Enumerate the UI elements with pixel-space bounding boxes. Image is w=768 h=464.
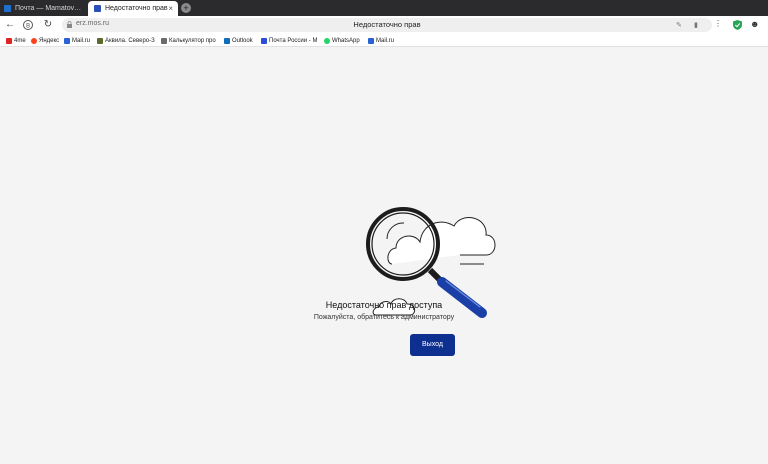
bookmark-whatsapp[interactable]: WhatsApp (324, 36, 360, 45)
bookmark-label: Почта России - М (269, 37, 318, 44)
bookmark-label: Mail.ru (376, 37, 395, 44)
bookmarks-bar: 4me Яндекс Mail.ru Аквила. Северо-З Каль… (0, 34, 768, 47)
bookmark-calculator[interactable]: Калькулятор про (161, 36, 219, 45)
tab-title: Недостаточно прав (105, 5, 168, 12)
exit-button[interactable]: Выход (410, 334, 455, 356)
translate-icon[interactable]: ✎ (676, 21, 682, 29)
new-tab-button[interactable]: + (181, 3, 191, 13)
bookmark-mailru-2[interactable]: Mail.ru (368, 36, 394, 45)
shield-extension-icon[interactable] (733, 20, 742, 30)
tab-active[interactable]: Недостаточно прав × (88, 1, 178, 16)
page-favicon-icon (94, 5, 101, 12)
back-button[interactable]: ← (4, 19, 16, 31)
browser-toolbar: ← B ↻ erz.mos.ru Недостаточно прав ✎ ▮ ⋮… (0, 16, 768, 34)
tab-mail[interactable]: Почта — Mamatov50@m (0, 1, 85, 16)
outlook-icon (224, 37, 230, 44)
4me-icon (6, 37, 12, 44)
bookmark-label: WhatsApp (332, 37, 360, 44)
calculator-icon (161, 37, 167, 44)
menu-icon[interactable]: ⋮ (714, 19, 722, 28)
bookmark-label: Яндекс (39, 37, 60, 44)
reload-button[interactable]: ↻ (42, 19, 54, 31)
bookmark-outlook[interactable]: Outlook (224, 36, 253, 45)
bookmark-icon[interactable]: ▮ (694, 21, 698, 29)
page-content: Недостаточно прав доступа Пожалуйста, об… (0, 47, 768, 464)
whatsapp-icon (324, 37, 330, 44)
bookmark-label: Mail.ru (72, 37, 91, 44)
bookmark-yandex[interactable]: Яндекс (31, 36, 59, 45)
close-tab-icon[interactable]: × (168, 4, 173, 13)
yandex-browser-icon[interactable]: B (22, 19, 34, 31)
address-bar[interactable]: erz.mos.ru Недостаточно прав ✎ ▮ (62, 18, 712, 32)
bookmark-4me[interactable]: 4me (6, 36, 26, 45)
error-subtitle: Пожалуйста, обратитесь к администратору (313, 314, 455, 321)
bookmark-label: Аквила. Северо-З (105, 37, 155, 44)
svg-text:B: B (26, 22, 30, 29)
tab-strip: Почта — Mamatov50@m Недостаточно прав × … (0, 0, 768, 16)
yandex-icon (31, 37, 37, 44)
russianpost-icon (261, 37, 267, 44)
page-title: Недостаточно прав (353, 20, 421, 29)
bookmark-russianpost[interactable]: Почта России - М (261, 36, 319, 45)
tab-title: Почта — Mamatov50@m (15, 5, 85, 12)
mailru-icon (64, 37, 70, 44)
akvila-icon (97, 37, 103, 44)
outlook-icon (4, 5, 11, 12)
bookmark-label: Калькулятор про (169, 37, 216, 44)
bookmark-mailru[interactable]: Mail.ru (64, 36, 90, 45)
error-title: Недостаточно прав доступа (325, 300, 443, 310)
bookmark-akvila[interactable]: Аквила. Северо-З (97, 36, 157, 45)
bookmark-label: Outlook (232, 37, 253, 44)
bookmark-label: 4me (14, 37, 26, 44)
mailru-icon (368, 37, 374, 44)
profile-icon[interactable]: ☻ (750, 19, 759, 29)
